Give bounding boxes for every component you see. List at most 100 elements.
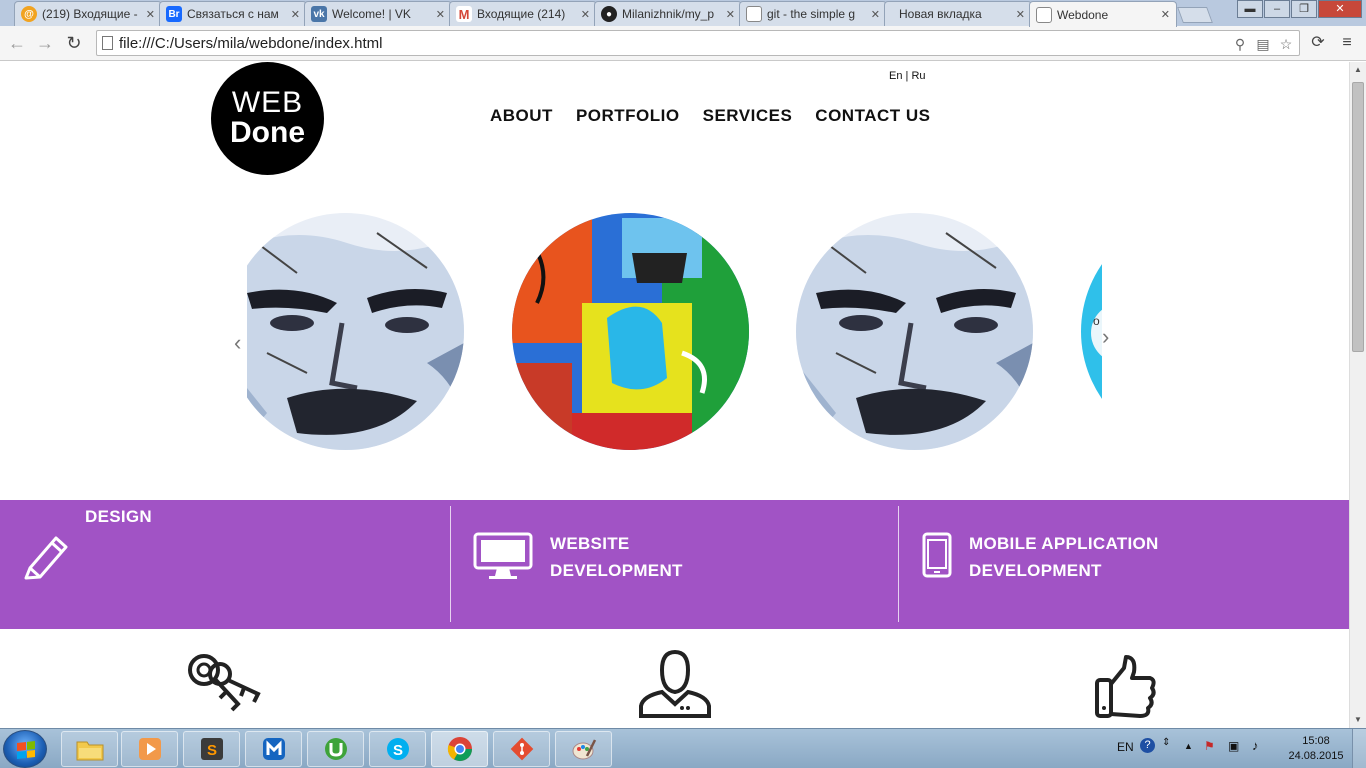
tab-gmail[interactable]: M Входящие (214) ✕ (449, 1, 597, 26)
services-band: DESIGN WEBSITE DEVELOPMENT MOBILE APPLIC… (0, 500, 1349, 629)
scroll-up-icon[interactable]: ▲ (1350, 62, 1366, 78)
tab-webdone[interactable]: Webdone ✕ (1029, 1, 1177, 27)
page-icon (746, 6, 762, 22)
git-icon[interactable] (493, 731, 550, 767)
tab-close-icon[interactable]: ✕ (1161, 8, 1170, 21)
github-icon: ● (601, 6, 617, 22)
sublime-text-icon[interactable]: S (183, 731, 240, 767)
tab-close-icon[interactable]: ✕ (581, 8, 590, 21)
url-input[interactable] (119, 33, 1219, 53)
show-hidden-icons-icon[interactable]: ▲ (1184, 741, 1193, 751)
tab-close-icon[interactable]: ✕ (436, 8, 445, 21)
paint-icon[interactable] (555, 731, 612, 767)
keys-icon (188, 654, 261, 712)
service-title: WEBSITE (550, 534, 630, 553)
chrome-icon[interactable] (431, 731, 488, 767)
tray-settings-icon[interactable]: ⇕ (1162, 737, 1170, 748)
tab-github[interactable]: ● Milanizhnik/my_p ✕ (594, 1, 742, 26)
user-icon[interactable]: ▬ (1237, 0, 1263, 18)
tab-mail-ru[interactable]: @ (219) Входящие - ✕ (14, 1, 162, 26)
nav-portfolio[interactable]: PORTFOLIO (576, 106, 680, 126)
tab-close-icon[interactable]: ✕ (726, 8, 735, 21)
carousel-slide-portrait[interactable] (247, 213, 464, 450)
nav-contact-us[interactable]: CONTACT US (815, 106, 930, 126)
translate-icon[interactable]: ▤ (1254, 35, 1272, 53)
tab-close-icon[interactable]: ✕ (146, 8, 155, 21)
bookmark-star-icon[interactable]: ☆ (1277, 35, 1295, 53)
tab-behance[interactable]: Br Связаться с нам ✕ (159, 1, 307, 26)
maximize-button[interactable]: ❐ (1291, 0, 1317, 18)
window-controls: ▬ – ❐ ✕ (1236, 0, 1362, 18)
logo-line-2: Done (230, 116, 305, 149)
svg-text:S: S (207, 742, 217, 759)
service-design-label[interactable]: DESIGN (85, 503, 152, 530)
windows-taskbar: S S EN ? ⇕ ▲ ⚑ ▣ ♪ 15:08 24.08.2015 (0, 728, 1366, 768)
service-website-dev-label[interactable]: WEBSITE DEVELOPMENT (550, 530, 683, 584)
extension-icon[interactable]: ⟳ (1307, 32, 1329, 54)
system-clock[interactable]: 15:08 24.08.2015 (1286, 734, 1346, 764)
carousel-slide-collage[interactable] (512, 213, 749, 450)
tab-vk[interactable]: vk Welcome! | VK ✕ (304, 1, 452, 26)
minimize-button[interactable]: – (1264, 0, 1290, 18)
media-player-icon[interactable] (121, 731, 178, 767)
clock-time: 15:08 (1302, 735, 1330, 747)
carousel-next-arrow[interactable]: › (1102, 324, 1109, 350)
lang-ru-link[interactable]: Ru (911, 70, 925, 82)
browser-toolbar: ← → ↻ ⚲ ▤ ☆ ⟳ ≡ (0, 26, 1366, 61)
tab-close-icon[interactable]: ✕ (871, 8, 880, 21)
start-button[interactable] (3, 730, 47, 768)
smartphone-icon (922, 532, 952, 578)
close-window-button[interactable]: ✕ (1318, 0, 1362, 18)
page-scrollbar[interactable]: ▲ ▼ (1349, 62, 1366, 728)
zoom-icon[interactable]: ⚲ (1231, 35, 1249, 53)
svg-text:S: S (393, 742, 403, 759)
service-mobile-dev-label[interactable]: MOBILE APPLICATION DEVELOPMENT (969, 530, 1159, 584)
tab-close-icon[interactable]: ✕ (1016, 8, 1025, 21)
show-desktop-button[interactable] (1352, 729, 1366, 768)
main-nav: ABOUT PORTFOLIO SERVICES CONTACT US (490, 106, 930, 126)
webdone-logo[interactable]: WEB Done (211, 62, 324, 175)
utorrent-icon[interactable] (307, 731, 364, 767)
maxthon-icon[interactable] (245, 731, 302, 767)
scroll-down-icon[interactable]: ▼ (1350, 712, 1366, 728)
carousel-prev-arrow[interactable]: ‹ (234, 330, 241, 356)
address-bar[interactable]: ⚲ ▤ ☆ (96, 30, 1300, 56)
carousel-slide-portrait[interactable] (796, 213, 1033, 450)
mail-ru-icon: @ (21, 6, 37, 22)
tab-close-icon[interactable]: ✕ (291, 8, 300, 21)
thumbs-up-icon (1095, 655, 1156, 718)
network-icon[interactable]: ▣ (1228, 739, 1239, 753)
carousel-slide-partial[interactable]: o (1081, 213, 1102, 450)
back-button[interactable]: ← (6, 32, 28, 54)
explorer-icon[interactable] (61, 731, 118, 767)
volume-icon[interactable]: ♪ (1252, 738, 1259, 753)
tab-title: Webdone (1057, 7, 1109, 22)
page-viewport: WEB Done En | Ru ABOUT PORTFOLIO SERVICE… (0, 62, 1349, 728)
clock-date: 24.08.2015 (1288, 750, 1344, 762)
scroll-thumb[interactable] (1352, 82, 1364, 352)
new-tab-button[interactable] (1177, 7, 1213, 23)
tab-title: Milanizhnik/my_p (622, 7, 715, 21)
tab-git-guide[interactable]: git - the simple g ✕ (739, 1, 887, 26)
page-icon (102, 36, 113, 50)
input-language[interactable]: EN (1117, 740, 1134, 754)
nav-about[interactable]: ABOUT (490, 106, 553, 126)
help-icon[interactable]: ? (1140, 738, 1155, 753)
forward-button[interactable]: → (34, 32, 56, 54)
nav-services[interactable]: SERVICES (703, 106, 793, 126)
svg-text:o: o (1093, 314, 1100, 328)
lang-en-link[interactable]: En (889, 70, 902, 82)
tab-new-tab[interactable]: Новая вкладка ✕ (884, 1, 1032, 26)
lang-separator: | (905, 70, 909, 82)
language-switcher: En | Ru (889, 70, 926, 82)
tab-title: Welcome! | VK (332, 7, 411, 21)
service-subtitle: DEVELOPMENT (550, 561, 683, 580)
action-center-icon[interactable]: ⚑ (1204, 739, 1215, 753)
reload-button[interactable]: ↻ (63, 32, 85, 54)
menu-icon[interactable]: ≡ (1336, 32, 1358, 54)
service-subtitle: DEVELOPMENT (969, 561, 1102, 580)
divider (450, 506, 451, 622)
tab-title: Новая вкладка (899, 7, 982, 21)
tab-title: Связаться с нам (187, 7, 279, 21)
skype-icon[interactable]: S (369, 731, 426, 767)
